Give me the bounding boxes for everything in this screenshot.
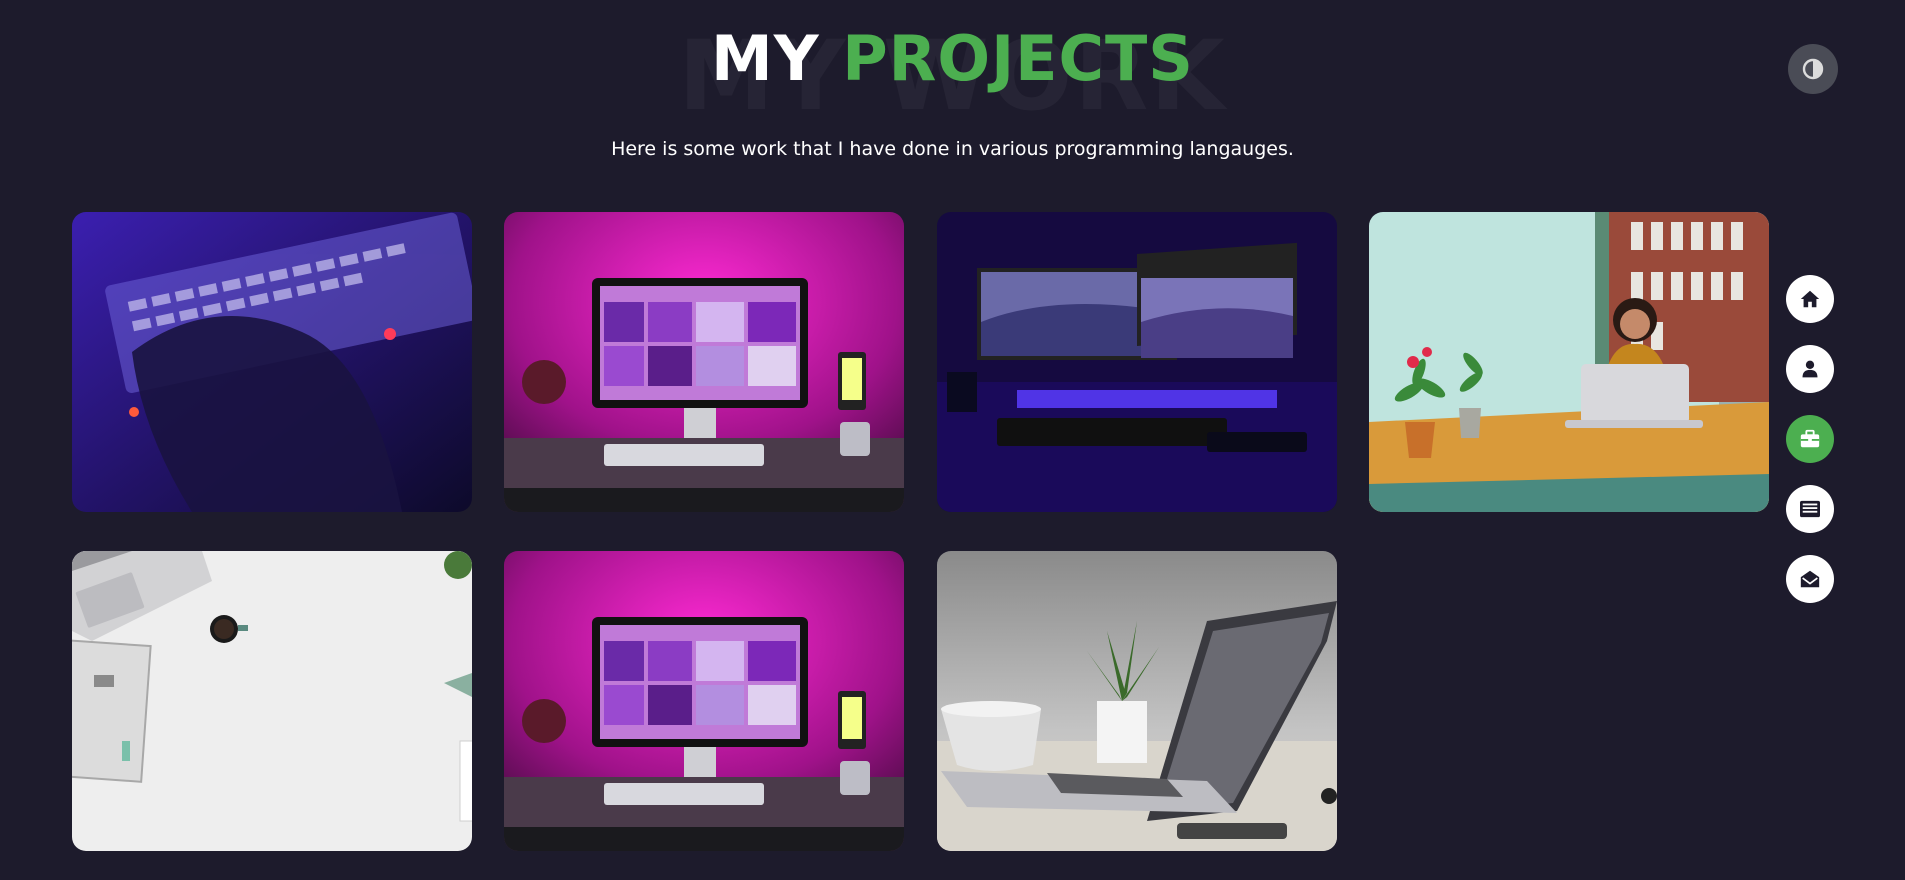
side-nav	[1786, 275, 1834, 625]
projects-page: MY WORK MY PROJECTS Here is some work th…	[0, 0, 1905, 880]
theme-toggle-button[interactable]	[1788, 44, 1838, 94]
title-plain: MY	[711, 22, 820, 95]
project-image	[504, 212, 904, 512]
project-card[interactable]	[937, 212, 1337, 512]
nav-about-button[interactable]	[1786, 345, 1834, 393]
page-title: MY PROJECTS	[0, 14, 1905, 104]
project-card[interactable]	[504, 551, 904, 851]
nav-contact-button[interactable]	[1786, 555, 1834, 603]
project-image	[937, 551, 1337, 851]
project-image	[72, 212, 472, 512]
nav-home-button[interactable]	[1786, 275, 1834, 323]
nav-blog-button[interactable]	[1786, 485, 1834, 533]
section-header: MY WORK MY PROJECTS	[0, 14, 1905, 132]
project-image	[72, 551, 472, 851]
page-subtitle: Here is some work that I have done in va…	[611, 138, 1294, 160]
briefcase-icon	[1800, 429, 1820, 448]
contrast-icon	[1802, 58, 1824, 80]
envelope-open-icon	[1800, 570, 1820, 588]
project-image	[504, 551, 904, 851]
user-icon	[1802, 360, 1818, 378]
project-image	[937, 212, 1337, 512]
title-accent: PROJECTS	[842, 22, 1194, 95]
newspaper-icon	[1800, 500, 1820, 518]
project-card[interactable]	[72, 551, 472, 851]
nav-portfolio-button[interactable]	[1786, 415, 1834, 463]
project-card[interactable]	[937, 551, 1337, 851]
project-card[interactable]	[72, 212, 472, 512]
project-card[interactable]	[1369, 212, 1769, 512]
project-card[interactable]	[504, 212, 904, 512]
project-image	[1369, 212, 1769, 512]
home-icon	[1800, 290, 1820, 308]
